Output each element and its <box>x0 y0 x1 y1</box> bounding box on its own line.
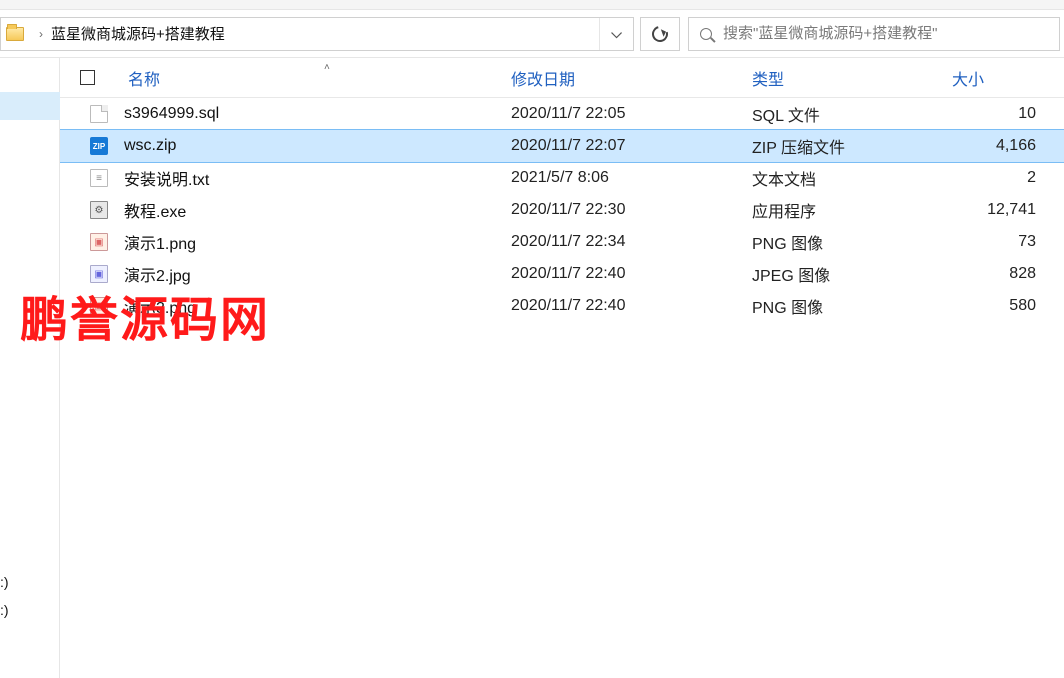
file-size: 4,166 <box>952 137 1042 155</box>
search-box[interactable] <box>688 17 1060 51</box>
file-size: 73 <box>952 233 1042 251</box>
folder-icon <box>5 24 25 44</box>
file-name: 安装说明.txt <box>114 166 511 190</box>
chevron-down-icon <box>611 25 622 42</box>
select-all-checkbox[interactable] <box>80 70 95 85</box>
file-name: 演示2.jpg <box>114 262 511 286</box>
zip-file-icon: ZIP <box>60 137 114 155</box>
png-file-icon <box>60 233 114 251</box>
file-date: 2020/11/7 22:40 <box>511 265 752 283</box>
file-type: SQL 文件 <box>752 102 952 126</box>
txt-file-icon <box>60 169 114 187</box>
window-top-strip <box>0 0 1064 10</box>
table-row[interactable]: 演示2.jpg2020/11/7 22:40JPEG 图像828 <box>60 258 1064 290</box>
table-row[interactable]: ZIPwsc.zip2020/11/7 22:07ZIP 压缩文件4,166 <box>60 130 1064 162</box>
search-input[interactable] <box>723 25 1059 42</box>
file-list: s3964999.sql2020/11/7 22:05SQL 文件10ZIPws… <box>60 98 1064 322</box>
file-type: 文本文档 <box>752 166 952 190</box>
file-type: ZIP 压缩文件 <box>752 134 952 158</box>
file-type: PNG 图像 <box>752 294 952 318</box>
table-row[interactable]: s3964999.sql2020/11/7 22:05SQL 文件10 <box>60 98 1064 130</box>
png-file-icon <box>60 297 114 315</box>
sql-file-icon <box>60 105 114 123</box>
breadcrumb-bar[interactable]: › 蓝星微商城源码+搭建教程 <box>0 17 634 51</box>
table-row[interactable]: 演示3.png2020/11/7 22:40PNG 图像580 <box>60 290 1064 322</box>
nav-selected-item[interactable] <box>0 92 60 120</box>
explorer-body: :) :) 名称 ˄ 修改日期 类型 大小 s3964999.sql2020/1… <box>0 58 1064 678</box>
file-size: 828 <box>952 265 1042 283</box>
breadcrumb-label[interactable]: 蓝星微商城源码+搭建教程 <box>51 23 225 44</box>
chevron-right-icon: › <box>39 27 43 41</box>
table-row[interactable]: 演示1.png2020/11/7 22:34PNG 图像73 <box>60 226 1064 258</box>
column-header-size[interactable]: 大小 <box>952 66 1042 90</box>
address-dropdown-button[interactable] <box>599 18 633 50</box>
file-size: 580 <box>952 297 1042 315</box>
refresh-icon <box>649 23 671 45</box>
file-name: 演示1.png <box>114 230 511 254</box>
sort-asc-icon: ˄ <box>324 62 330 73</box>
column-header-row: 名称 ˄ 修改日期 类型 大小 <box>60 58 1064 98</box>
file-date: 2021/5/7 8:06 <box>511 169 752 187</box>
search-icon <box>689 18 723 50</box>
file-size: 12,741 <box>952 201 1042 219</box>
file-name: 教程.exe <box>114 198 511 222</box>
address-bar-row: › 蓝星微商城源码+搭建教程 <box>0 10 1064 58</box>
exe-file-icon <box>60 201 114 219</box>
file-name: s3964999.sql <box>114 105 511 123</box>
file-date: 2020/11/7 22:07 <box>511 137 752 155</box>
column-header-type[interactable]: 类型 <box>752 66 952 90</box>
select-all-cell <box>60 70 114 85</box>
file-name: 演示3.png <box>114 294 511 318</box>
table-row[interactable]: 教程.exe2020/11/7 22:30应用程序12,741 <box>60 194 1064 226</box>
jpg-file-icon <box>60 265 114 283</box>
file-date: 2020/11/7 22:40 <box>511 297 752 315</box>
file-type: 应用程序 <box>752 198 952 222</box>
file-type: JPEG 图像 <box>752 262 952 286</box>
file-name: wsc.zip <box>114 137 511 155</box>
file-date: 2020/11/7 22:05 <box>511 105 752 123</box>
column-header-name[interactable]: 名称 ˄ <box>114 66 511 90</box>
table-row[interactable]: 安装说明.txt2021/5/7 8:06文本文档2 <box>60 162 1064 194</box>
column-header-name-label: 名称 <box>128 72 160 89</box>
file-list-pane: 名称 ˄ 修改日期 类型 大小 s3964999.sql2020/11/7 22… <box>60 58 1064 678</box>
column-header-date[interactable]: 修改日期 <box>511 66 752 90</box>
refresh-button[interactable] <box>640 17 680 51</box>
file-size: 2 <box>952 169 1042 187</box>
navigation-pane[interactable]: :) :) <box>0 58 60 678</box>
file-type: PNG 图像 <box>752 230 952 254</box>
nav-drive-1[interactable]: :) <box>0 574 9 590</box>
file-date: 2020/11/7 22:34 <box>511 233 752 251</box>
file-size: 10 <box>952 105 1042 123</box>
file-date: 2020/11/7 22:30 <box>511 201 752 219</box>
nav-drive-2[interactable]: :) <box>0 602 9 618</box>
